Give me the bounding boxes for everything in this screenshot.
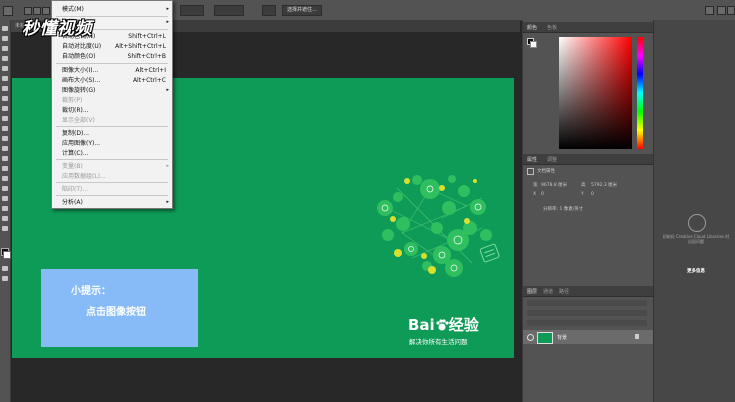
tab-paths[interactable]: 路径	[559, 288, 569, 295]
brush-tool-icon[interactable]	[2, 96, 8, 101]
libraries-error-text: 初始化 Creative Cloud Libraries 时出现问题	[662, 234, 730, 244]
quick-select-tool-icon[interactable]	[2, 56, 8, 61]
tab-color[interactable]: 颜色	[527, 24, 537, 31]
libraries-panel: 初始化 Creative Cloud Libraries 时出现问题 更多信息	[653, 20, 735, 402]
right-panel-dock: 颜色 色板 属性 调整 文档属性 宽 9678.8 厘米 高 5792.3 厘米…	[522, 20, 653, 402]
more-info-link[interactable]: 更多信息	[662, 268, 730, 274]
bg-color-chip[interactable]	[530, 41, 537, 48]
visibility-eye-icon[interactable]	[527, 334, 534, 341]
layer-name[interactable]: 背景	[557, 334, 567, 341]
eyedropper-tool-icon[interactable]	[2, 76, 8, 81]
width-label: 宽	[533, 183, 538, 188]
menu-item-analysis[interactable]: 分析(A) ▸	[52, 198, 172, 207]
menu-item-trap: 陷印(T)...	[62, 186, 89, 193]
menu-separator	[56, 126, 168, 127]
menu-item-crop: 裁剪(P)	[62, 97, 83, 104]
blend-mode-row[interactable]	[527, 310, 647, 316]
menu-item-reveal-all: 显示全部(V)	[62, 117, 95, 124]
y-value[interactable]: 0	[591, 192, 594, 197]
tab-channels[interactable]: 通道	[543, 288, 553, 295]
baidu-jingyan-logo: Bai 经验	[408, 316, 479, 334]
history-brush-tool-icon[interactable]	[2, 116, 8, 121]
layer-thumbnail	[537, 332, 553, 344]
menu-separator	[56, 63, 168, 64]
paw-icon	[435, 317, 449, 331]
properties-panel-header: 属性 调整	[523, 154, 653, 165]
type-tool-icon[interactable]	[2, 176, 8, 181]
menu-separator	[56, 159, 168, 160]
menu-item-auto-contrast[interactable]: 自动对比度(U) Alt+Shift+Ctrl+L	[52, 42, 172, 51]
tools-panel	[0, 20, 11, 402]
color-panel-header: 颜色 色板	[523, 22, 653, 33]
menu-item-apply-image[interactable]: 应用图像(Y)...	[52, 139, 172, 148]
menu-item-image-rotation[interactable]: 图像旋转(G) ▸	[52, 86, 172, 95]
select-and-mask-button[interactable]: 选择并遮住...	[282, 5, 322, 16]
menu-item-trim[interactable]: 裁切(R)...	[52, 106, 172, 115]
gradient-tool-icon[interactable]	[2, 136, 8, 141]
menu-separator	[56, 195, 168, 196]
lasso-tool-icon[interactable]	[2, 46, 8, 51]
hint-box: 小提示： 点击图像按钮	[41, 269, 198, 347]
tab-swatches[interactable]: 色板	[547, 24, 557, 31]
more-tools-icon[interactable]	[2, 226, 8, 231]
background-color-swatch[interactable]	[3, 251, 11, 259]
pen-tool-icon[interactable]	[2, 166, 8, 171]
move-tool-icon[interactable]	[2, 26, 8, 31]
document-icon	[527, 168, 534, 175]
menu-item-calculations[interactable]: 计算(C)...	[52, 149, 172, 158]
tab-properties[interactable]: 属性	[527, 156, 537, 163]
style-select[interactable]	[214, 5, 244, 16]
hint-title: 小提示：	[71, 286, 111, 297]
shape-tool-icon[interactable]	[2, 196, 8, 201]
share-icon[interactable]	[727, 6, 735, 15]
color-picker-field[interactable]	[559, 37, 632, 149]
screen-mode-icon[interactable]	[2, 276, 8, 281]
height-value[interactable]: 5792.3 厘米	[591, 182, 617, 188]
brand-slogan: 解决你所有生活问题	[409, 338, 468, 346]
x-label: X	[533, 192, 537, 197]
hand-tool-icon[interactable]	[2, 206, 8, 211]
width-field[interactable]	[262, 5, 276, 16]
menu-item-mode[interactable]: 模式(M) ▸	[52, 5, 172, 14]
watermark-logo: 秒懂视频	[22, 19, 92, 39]
menu-item-image-size[interactable]: 图像大小(I)... Alt+Ctrl+I	[52, 66, 172, 75]
height-label: 高	[581, 183, 586, 188]
menu-separator	[56, 182, 168, 183]
tab-adjustments[interactable]: 调整	[547, 156, 557, 163]
menu-item-duplicate[interactable]: 复制(D)...	[52, 129, 172, 138]
resolution-text: 分辨率: 1 像素/英寸	[543, 207, 584, 212]
healing-tool-icon[interactable]	[2, 86, 8, 91]
menu-item-variables: 变量(B) ▸	[62, 163, 169, 170]
doc-props-label: 文档属性	[537, 169, 555, 174]
lock-icon	[635, 334, 639, 339]
path-select-tool-icon[interactable]	[2, 186, 8, 191]
width-value[interactable]: 9678.8 厘米	[541, 182, 567, 188]
layer-filter-bar[interactable]	[527, 300, 647, 306]
tool-preset-icon[interactable]	[3, 6, 13, 16]
hue-slider[interactable]	[637, 37, 643, 149]
zoom-tool-icon[interactable]	[2, 216, 8, 221]
y-label: Y	[581, 192, 584, 197]
stamp-tool-icon[interactable]	[2, 106, 8, 111]
menu-item-canvas-size[interactable]: 画布大小(S)... Alt+Ctrl+C	[52, 76, 172, 85]
menu-item-auto-color[interactable]: 自动颜色(O) Shift+Ctrl+B	[52, 52, 172, 61]
dodge-tool-icon[interactable]	[2, 156, 8, 161]
eraser-tool-icon[interactable]	[2, 126, 8, 131]
hint-text: 点击图像按钮	[86, 307, 146, 318]
workspace-icon[interactable]	[717, 6, 726, 15]
layer-row-background[interactable]: 背景	[523, 330, 653, 344]
menu-item-apply-data-set: 应用数据组(L)...	[62, 173, 106, 180]
marquee-tool-icon[interactable]	[2, 36, 8, 41]
layers-panel-header: 图层 通道 路径	[523, 286, 653, 297]
search-icon[interactable]	[705, 6, 714, 15]
x-value[interactable]: 0	[541, 192, 544, 197]
blur-tool-icon[interactable]	[2, 146, 8, 151]
creative-cloud-icon	[688, 214, 706, 232]
tab-layers[interactable]: 图层	[527, 288, 537, 295]
quick-mask-icon[interactable]	[2, 266, 8, 271]
crop-tool-icon[interactable]	[2, 66, 8, 71]
feather-field[interactable]	[180, 5, 204, 16]
lock-row[interactable]	[527, 320, 647, 326]
